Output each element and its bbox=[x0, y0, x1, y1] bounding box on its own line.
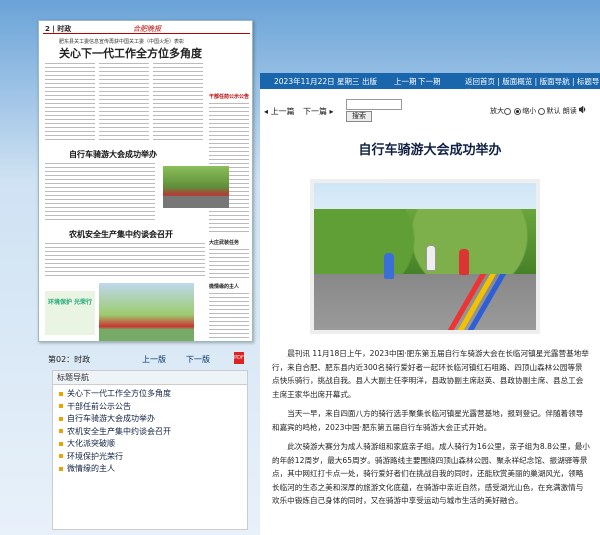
bullet-icon bbox=[59, 416, 63, 421]
title-navigation-item[interactable]: 干部任前公示公告 bbox=[59, 401, 241, 414]
next-issue-link[interactable]: 下一期 bbox=[418, 76, 441, 87]
bullet-icon bbox=[59, 466, 63, 471]
title-navigation-panel: 标题导航 关心下一代工作全方位多角度 干部任前公示公告 自行车骑游大会成功举办 … bbox=[52, 370, 248, 530]
font-size-options: 放大 缩小 默认 朗读 bbox=[490, 106, 587, 116]
article-body: 晨刊讯 11月18日上午，2023中国·肥东第五届自行车骑游大会在长临河镇星光露… bbox=[272, 347, 590, 514]
article-title: 自行车骑游大会成功举办 bbox=[358, 143, 502, 158]
title-navigation-item[interactable]: 大化派突破顺 bbox=[59, 438, 241, 451]
thumbnail-article-title[interactable]: 自行车骑游大会成功举办 bbox=[69, 149, 157, 160]
prev-article-link[interactable]: ◂ 上一篇 bbox=[264, 106, 295, 117]
search-button[interactable]: 搜索 bbox=[346, 111, 372, 122]
font-size-label: 放大 bbox=[490, 107, 504, 115]
title-navigation-item[interactable]: 环境保护光荣行 bbox=[59, 451, 241, 464]
speaker-icon[interactable] bbox=[578, 106, 587, 113]
article-paragraph: 晨刊讯 11月18日上午，2023中国·肥东第五届自行车骑游大会在长临河镇星光露… bbox=[272, 349, 589, 399]
article-photo bbox=[310, 179, 540, 334]
thumbnail-brand: 合肥晚报 bbox=[133, 25, 161, 33]
font-default-label: 默认 bbox=[546, 107, 561, 115]
thumbnail-page-number: 2 | 时政 bbox=[45, 25, 72, 33]
text-column bbox=[153, 63, 203, 143]
newspaper-page-thumbnail[interactable]: 2 | 时政 合肥晚报 肥东县关工委信息宣传再获中国关工委（中国火炬）表彰 关心… bbox=[38, 20, 253, 342]
font-shrink-radio[interactable] bbox=[514, 107, 522, 115]
thumbnail-side-heading[interactable]: 干部任前公示公告 bbox=[209, 93, 249, 100]
pdf-icon[interactable]: PDF bbox=[234, 352, 244, 364]
text-column bbox=[209, 293, 249, 339]
read-aloud-label: 朗读 bbox=[562, 107, 577, 115]
bullet-icon bbox=[59, 454, 63, 458]
title-navigation-item[interactable]: 农机安全生产集中约谈会召开 bbox=[59, 426, 241, 439]
text-column bbox=[45, 63, 95, 143]
prev-page-link[interactable]: 上一版 bbox=[142, 354, 166, 365]
thumbnail-kicker[interactable]: 肥东县关工委信息宣传再获中国关工委（中国火炬）表彰 bbox=[59, 38, 184, 45]
title-navigation-item[interactable]: 微情缘的主人 bbox=[59, 463, 241, 476]
title-navigation-heading: 标题导航 bbox=[53, 371, 247, 385]
title-navigation-item[interactable]: 关心下一代工作全方位多角度 bbox=[59, 388, 241, 401]
thumbnail-headline[interactable]: 关心下一代工作全方位多角度 bbox=[59, 45, 202, 61]
thumbnail-article-title[interactable]: 农机安全生产集中约谈会召开 bbox=[69, 229, 173, 240]
search-input[interactable] bbox=[346, 99, 402, 110]
issue-date: 2023年11月22日 星期三 出版 bbox=[274, 77, 377, 86]
thumbnail-photo bbox=[99, 283, 194, 341]
bullet-icon bbox=[59, 404, 63, 408]
bullet-icon bbox=[59, 391, 63, 396]
text-column bbox=[209, 249, 249, 279]
thumbnail-side-heading[interactable]: 大庄武装任务 bbox=[209, 239, 239, 246]
text-column bbox=[45, 163, 155, 223]
font-enlarge-radio[interactable] bbox=[504, 107, 511, 115]
thumbnail-masthead: 2 | 时政 合肥晚报 bbox=[43, 24, 250, 34]
current-page-label: 第02：时政 bbox=[48, 355, 91, 364]
font-shrink-label: 缩小 bbox=[522, 107, 537, 115]
bullet-icon bbox=[59, 441, 63, 446]
article-paragraph: 当天一早，来自四面八方的骑行选手聚集长临河镇星光露营基地，报到登记。伴随着领导和… bbox=[272, 409, 584, 432]
title-navigation-item[interactable]: 自行车骑游大会成功举办 bbox=[59, 413, 241, 426]
page-pager: 第02：时政 上一版 下一版 PDF bbox=[38, 352, 248, 366]
font-default-radio[interactable] bbox=[538, 107, 546, 115]
text-column bbox=[99, 63, 149, 143]
article-paragraph: 此次骑游大赛分为成人骑游组和家庭亲子组。成人骑行为16公里，亲子组为8.8公里，… bbox=[272, 442, 590, 505]
thumbnail-photo bbox=[163, 166, 229, 208]
next-article-link[interactable]: 下一篇 ▸ bbox=[303, 106, 334, 117]
article-content-area: ◂ 上一篇 下一篇 ▸ 搜索 放大 缩小 默认 朗读 自行车骑游大会成功举办 晨… bbox=[260, 89, 600, 535]
text-column bbox=[45, 243, 205, 279]
bullet-icon bbox=[59, 429, 63, 433]
top-navigation-bar: 2023年11月22日 星期三 出版 上一期 下一期 返回首页 | 版面概览 |… bbox=[260, 73, 600, 97]
title-navigation-list: 关心下一代工作全方位多角度 干部任前公示公告 自行车骑游大会成功举办 农机安全生… bbox=[53, 385, 247, 479]
thumbnail-badge[interactable]: 环境保护 光荣行 bbox=[45, 291, 95, 335]
next-page-link[interactable]: 下一版 bbox=[186, 354, 210, 365]
prev-issue-link[interactable]: 上一期 bbox=[394, 76, 417, 87]
thumbnail-side-heading[interactable]: 微情缘的主人 bbox=[209, 283, 239, 290]
